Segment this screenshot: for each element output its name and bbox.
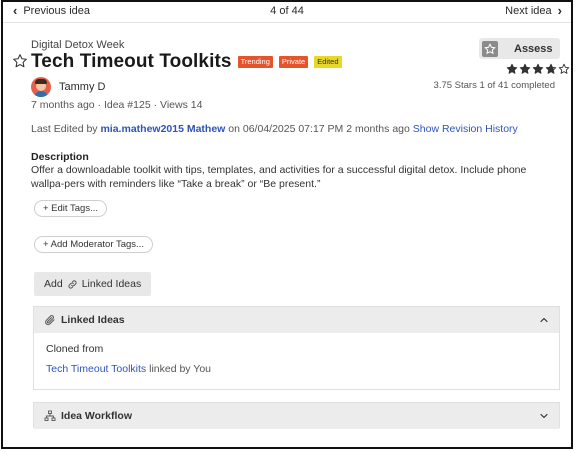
last-edited-user-link[interactable]: mia.mathew2015 Mathew [100, 123, 225, 135]
author-avatar[interactable] [31, 77, 51, 97]
rating-star-icon [506, 63, 518, 74]
idea-workflow-panel: Idea Workflow [33, 402, 560, 429]
last-edited-date: on 06/04/2025 07:17 PM 2 months ago [228, 123, 410, 135]
private-tag: Private [278, 56, 309, 68]
description-text: Offer a downloadable toolkit with tips, … [31, 164, 527, 190]
edited-tag: Edited [314, 56, 342, 68]
next-idea-button[interactable]: Next idea › [505, 4, 562, 17]
add-linked-label-pre: Add [44, 278, 63, 290]
idea-navigation-bar: ‹ Previous idea 4 of 44 Next idea › [3, 2, 571, 23]
idea-title-row: Tech Timeout Toolkits Trending Private E… [31, 51, 342, 73]
assess-button[interactable]: Assess [479, 38, 560, 59]
rating-summary: 3.75 Stars 1 of 41 completed [433, 80, 555, 91]
author-row: Tammy D [31, 77, 105, 97]
linked-idea-row: Tech Timeout Toolkits linked by You [46, 363, 547, 375]
rating-star-icon [558, 63, 570, 74]
linked-ideas-header[interactable]: Linked Ideas [34, 307, 559, 333]
previous-idea-button[interactable]: ‹ Previous idea [13, 4, 90, 17]
linked-ideas-title: Linked Ideas [61, 314, 125, 326]
paperclip-icon [45, 315, 55, 325]
linked-ideas-body: Cloned from Tech Timeout Toolkits linked… [34, 333, 559, 385]
assess-label: Assess [514, 42, 553, 55]
assess-star-icon [482, 40, 498, 57]
idea-detail-window: ‹ Previous idea 4 of 44 Next idea › Digi… [1, 0, 573, 449]
rating-star-icon [545, 63, 557, 74]
last-edited-prefix: Last Edited by [31, 123, 98, 135]
linked-by-text: linked by You [149, 363, 211, 375]
idea-workflow-header[interactable]: Idea Workflow [34, 403, 559, 429]
chevron-up-icon[interactable] [538, 314, 550, 326]
linked-ideas-panel: Linked Ideas Cloned from Tech Timeout To… [33, 306, 560, 390]
idea-category: Digital Detox Week [31, 39, 125, 51]
add-moderator-tags-button[interactable]: + Add Moderator Tags... [34, 236, 153, 253]
idea-workflow-title: Idea Workflow [61, 410, 132, 422]
add-linked-ideas-button[interactable]: Add Linked Ideas [34, 272, 152, 296]
cloned-from-label: Cloned from [46, 343, 104, 355]
next-idea-label: Next idea [505, 4, 552, 17]
previous-idea-label: Previous idea [23, 4, 90, 17]
favorite-star-icon[interactable] [12, 53, 28, 69]
linked-idea-link[interactable]: Tech Timeout Toolkits [46, 363, 146, 375]
description-heading: Description [31, 151, 89, 163]
chevron-down-icon[interactable] [538, 410, 550, 422]
author-name[interactable]: Tammy D [59, 81, 105, 93]
edit-tags-button[interactable]: + Edit Tags... [34, 200, 108, 217]
idea-meta: 7 months ago · Idea #125 · Views 14 [31, 99, 203, 111]
chevron-right-icon: › [557, 3, 562, 18]
rating-star-icon [532, 63, 544, 74]
last-edited-line: Last Edited by mia.mathew2015 Mathew on … [31, 123, 518, 135]
workflow-icon [44, 410, 56, 421]
idea-title: Tech Timeout Toolkits [31, 51, 232, 72]
rating-star-icon [519, 63, 531, 74]
add-linked-label-post: Linked Ideas [81, 278, 142, 290]
rating-stars [506, 63, 570, 75]
show-revision-history-link[interactable]: Show Revision History [413, 123, 518, 135]
chevron-left-icon: ‹ [13, 3, 18, 18]
link-icon [68, 279, 77, 289]
trending-tag: Trending [237, 56, 273, 68]
